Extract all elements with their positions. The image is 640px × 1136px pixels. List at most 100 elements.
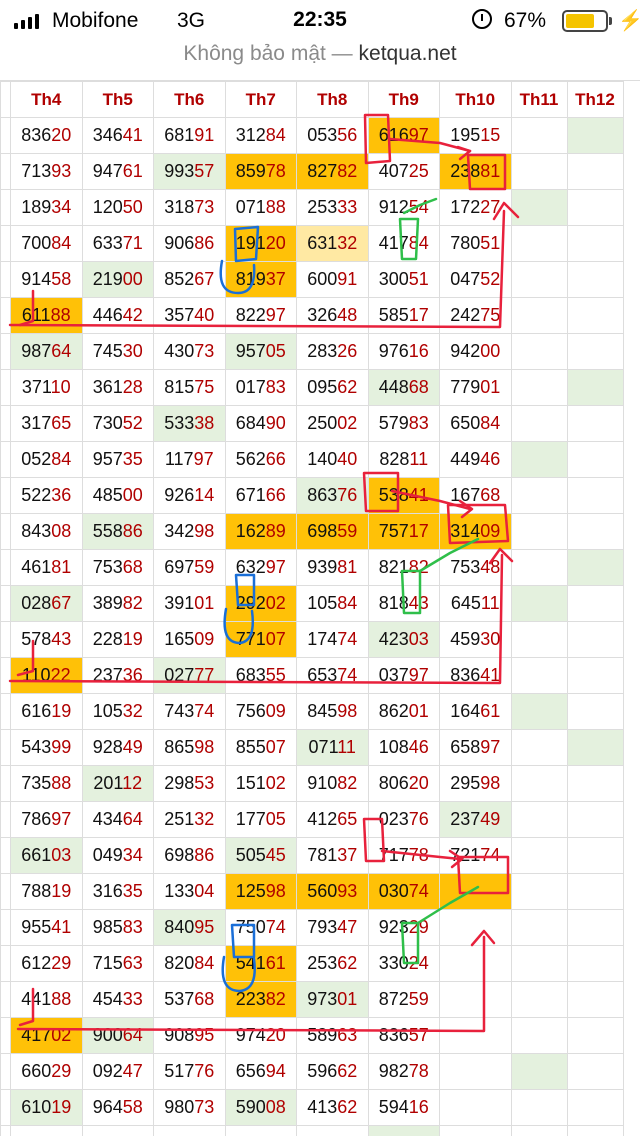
number-tail: 11 [480, 593, 500, 613]
row-marker-cell [0, 477, 11, 514]
number-tail: 11 [337, 737, 356, 757]
number-head: 862 [378, 701, 409, 721]
number-head: 172 [450, 197, 481, 217]
number-tail: 09 [480, 521, 501, 541]
number-tail: 01 [194, 593, 215, 613]
result-cell: 89773 [296, 1125, 369, 1136]
number-head: 616 [21, 701, 52, 721]
number-head: 201 [93, 773, 123, 793]
number-tail: 14 [194, 485, 215, 505]
result-cell: 82084 [153, 945, 226, 982]
number-tail: 26 [337, 341, 358, 361]
number-head: 342 [164, 521, 195, 541]
number-tail: 05 [265, 341, 286, 361]
result-cell: 66029 [10, 1053, 83, 1090]
number-tail: 54 [408, 197, 429, 217]
result-cell: 98764 [10, 333, 83, 370]
result-cell [510, 693, 568, 730]
number-tail: 73 [194, 341, 215, 361]
results-grid[interactable]: Th4 Th5 Th6 Th7 Th8 Th9 Th10 Th11 Th12 83620 3464… [0, 80, 640, 1136]
number-head: 855 [235, 737, 266, 757]
result-cell: 83641 [439, 657, 512, 694]
number-head: 459 [450, 629, 481, 649]
number-tail: 34 [51, 197, 72, 217]
result-cell: 73588 [10, 765, 83, 802]
number-tail: 40 [194, 305, 215, 325]
result-cell: 84308 [10, 513, 83, 550]
number-tail: 76 [408, 809, 429, 829]
result-cell: 61019 [10, 1089, 83, 1126]
number-head: 071 [308, 737, 338, 757]
number-tail: 64 [122, 1025, 143, 1045]
number-head: 928 [92, 737, 123, 757]
number-tail: 88 [50, 305, 71, 325]
number-head: 750 [235, 917, 266, 937]
result-cell: 45930 [439, 621, 512, 658]
column-header-th11: Th11 [510, 81, 568, 118]
result-cell: 14040 [296, 441, 369, 478]
address-bar[interactable]: Không bảo mật — ketqua.net [0, 40, 640, 80]
number-tail: 20 [265, 233, 286, 253]
row-marker-cell [0, 117, 11, 154]
number-head: 631 [307, 233, 338, 253]
table-row: 57843 22819 16509 77107 17474 42303 45930 [0, 621, 624, 658]
number-tail: 35 [122, 881, 143, 901]
row-marker-cell [0, 333, 11, 370]
number-head: 140 [307, 449, 338, 469]
column-header-th6: Th6 [153, 81, 226, 118]
result-cell [566, 873, 624, 910]
number-head: 165 [164, 629, 195, 649]
number-head: 237 [92, 665, 123, 685]
number-tail: 41 [122, 125, 143, 145]
number-tail: 07 [265, 737, 286, 757]
result-cell: 45433 [81, 981, 154, 1018]
number-head: 298 [164, 773, 195, 793]
result-cell: 84598 [296, 693, 369, 730]
number-head: 120 [92, 197, 123, 217]
number-tail: 37 [265, 269, 286, 289]
number-tail: 81 [480, 161, 501, 181]
result-cell [566, 657, 624, 694]
number-tail: 46 [480, 449, 501, 469]
result-cell [566, 261, 624, 298]
result-cell: 84095 [153, 909, 226, 946]
result-cell: 03074 [367, 873, 440, 910]
number-tail: 19 [51, 881, 72, 901]
result-cell: 54399 [10, 729, 83, 766]
number-tail: 75 [194, 377, 215, 397]
number-head: 793 [307, 917, 338, 937]
number-tail: 65 [51, 413, 72, 433]
number-tail: 30 [122, 341, 143, 361]
result-cell [510, 333, 568, 370]
result-cell: 13304 [153, 873, 226, 910]
number-tail: 86 [194, 845, 215, 865]
number-head: 318 [164, 197, 195, 217]
result-cell: 02376 [367, 801, 440, 838]
number-head: 133 [164, 881, 195, 901]
result-cell [566, 981, 624, 1018]
result-cell: 29202 [224, 585, 297, 622]
result-cell: 69886 [153, 837, 226, 874]
result-cell: 63132 [296, 225, 369, 262]
number-tail: 20 [408, 773, 429, 793]
result-cell [510, 405, 568, 442]
number-tail: 59 [408, 989, 429, 1009]
number-tail: 43 [408, 593, 429, 613]
number-head: 434 [92, 809, 123, 829]
number-head: 786 [21, 809, 52, 829]
result-cell: 46181 [10, 549, 83, 586]
result-cell: 79918 [224, 1125, 297, 1136]
result-cell: 29598 [439, 765, 512, 802]
result-cell [510, 549, 568, 586]
number-head: 836 [21, 125, 52, 145]
number-head: 713 [21, 161, 52, 181]
number-tail: 47 [337, 917, 358, 937]
result-cell: 44946 [439, 441, 512, 478]
number-head: 589 [307, 1025, 338, 1045]
result-cell [566, 945, 624, 982]
number-head: 117 [164, 449, 194, 469]
number-head: 108 [378, 737, 409, 757]
result-cell [510, 945, 568, 982]
number-tail: 75 [480, 305, 501, 325]
number-head: 650 [450, 413, 481, 433]
